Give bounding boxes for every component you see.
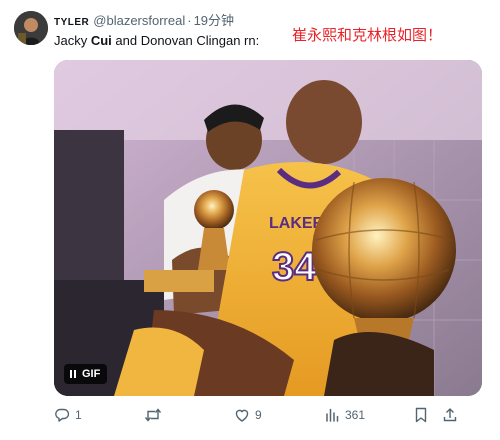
bar-chart-icon (326, 408, 339, 422)
share-icon (443, 408, 457, 422)
gif-label: GIF (82, 368, 101, 380)
display-name[interactable]: TYLER (54, 17, 89, 28)
jersey-number-text: 34 (272, 245, 317, 289)
red-annotation: 崔永熙和克林根如图！ (292, 26, 443, 44)
tweet-text: Jacky Cui and Donovan Clingan rn: (54, 32, 259, 50)
like-count: 9 (255, 408, 262, 422)
like-button[interactable]: 9 (234, 404, 262, 426)
tweet-actions: 1 9 361 (54, 404, 474, 426)
reply-count: 1 (75, 408, 82, 422)
heart-icon (235, 409, 249, 422)
pause-icon (70, 370, 76, 378)
user-handle[interactable]: @blazersforreal (93, 13, 185, 28)
avatar[interactable] (14, 11, 48, 45)
tweet-media-gif[interactable]: LAKERS 34 GIF (54, 60, 482, 396)
share-button[interactable] (442, 404, 458, 426)
separator-dot: · (187, 13, 192, 28)
retweet-button[interactable] (144, 404, 167, 426)
gif-frame-illustration: LAKERS 34 (54, 60, 482, 396)
reply-button[interactable]: 1 (54, 404, 82, 426)
tweet-card[interactable]: TYLER @blazersforreal · 19分钟 崔永熙和克林根如图！ Jac… (0, 0, 500, 440)
tweet-text-bold: Cui (90, 33, 112, 48)
tweet-text-part: and Donovan Clingan rn: (111, 33, 260, 48)
views-button[interactable]: 361 (324, 404, 365, 426)
reply-icon (55, 408, 70, 422)
bookmark-icon (415, 407, 427, 423)
view-count: 361 (345, 408, 366, 422)
tweet-text-part: Jacky (54, 33, 91, 48)
tweet-timestamp[interactable]: 19分钟 (194, 13, 234, 28)
bookmark-button[interactable] (414, 404, 428, 426)
gif-badge[interactable]: GIF (64, 364, 108, 384)
retweet-icon (144, 408, 162, 422)
tweet-header: TYLER @blazersforreal · 19分钟 (54, 12, 234, 32)
